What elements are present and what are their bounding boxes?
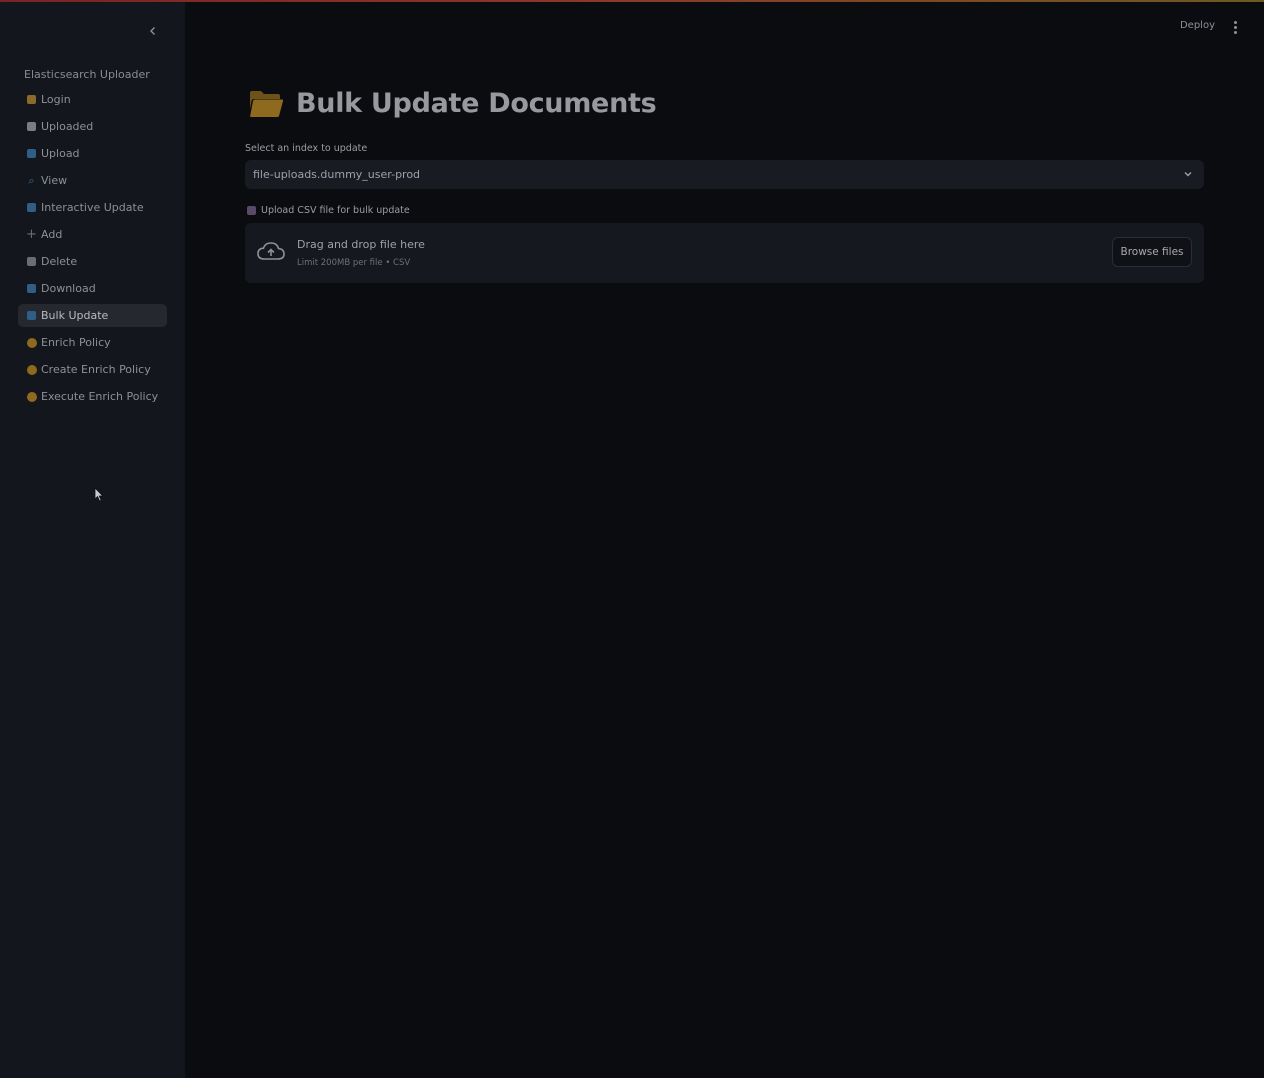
circle-icon-shape	[26, 391, 37, 402]
sidebar-item-upload[interactable]: Upload	[18, 142, 167, 165]
download-icon	[26, 283, 37, 294]
sidebar-item-add[interactable]: + Add	[18, 223, 167, 246]
index-select-value: file-uploads.dummy_user-prod	[253, 168, 421, 181]
folder-icon	[250, 90, 284, 117]
sidebar-nav: Login Uploaded Upload ⌕ View Interactive Upda…	[18, 88, 167, 412]
sidebar-title: Elasticsearch Uploader	[24, 68, 150, 81]
sidebar-item-label: Download	[41, 282, 96, 295]
upload-label: Upload CSV file for bulk update	[247, 205, 410, 216]
sidebar-item-execute-enrich-policy[interactable]: Execute Enrich Policy	[18, 385, 167, 408]
chevron-left-icon	[150, 27, 155, 35]
lock-icon-shape	[27, 95, 36, 104]
plus-icon: +	[26, 227, 37, 242]
kebab-dot	[1233, 20, 1237, 24]
sidebar-item-delete[interactable]: Delete	[18, 250, 167, 273]
file-dropzone[interactable]: Drag and drop file here Limit 200MB per …	[245, 223, 1204, 283]
upload-icon	[26, 148, 37, 159]
sidebar-item-create-enrich-policy[interactable]: Create Enrich Policy	[18, 358, 167, 381]
plus-icon-shape: +	[26, 227, 37, 242]
sidebar-item-label: Delete	[41, 255, 78, 268]
sidebar-item-label: Interactive Update	[41, 201, 144, 214]
sidebar-item-label: Add	[41, 228, 63, 241]
page-title: Bulk Update Documents	[248, 88, 657, 119]
kebab-dot	[1233, 30, 1237, 34]
sidebar-item-label: Bulk Update	[41, 309, 109, 322]
circle-icon	[26, 364, 37, 375]
trash-icon-shape	[27, 257, 36, 266]
sidebar-item-label: Upload	[41, 147, 80, 160]
magnifier-icon-shape: ⌕	[28, 174, 35, 187]
circle-icon-shape	[26, 337, 37, 348]
circle-icon-shape	[26, 364, 37, 375]
page-title-text: Bulk Update Documents	[296, 88, 657, 119]
main-content: Deploy Bulk Update Documents Select an i…	[185, 2, 1264, 1078]
sidebar-item-login[interactable]: Login	[18, 88, 167, 111]
circle-icon	[26, 337, 37, 348]
upload-icon-shape	[27, 149, 36, 158]
main-menu-button[interactable]	[1230, 19, 1240, 35]
trash-icon	[26, 256, 37, 267]
chevron-down-icon	[1184, 172, 1192, 177]
upload-label-text: Upload CSV file for bulk update	[261, 205, 410, 216]
lock-icon	[26, 94, 37, 105]
refresh-icon	[26, 202, 37, 213]
magnifier-icon: ⌕	[26, 175, 37, 186]
sidebar-item-label: Create Enrich Policy	[41, 363, 151, 376]
sidebar-item-label: Enrich Policy	[41, 336, 111, 349]
sidebar-item-label: Uploaded	[41, 120, 94, 133]
mouse-pointer-icon	[94, 487, 104, 502]
clipboard-icon	[247, 206, 256, 215]
sidebar-item-enrich-policy[interactable]: Enrich Policy	[18, 331, 167, 354]
refresh-icon-shape	[27, 203, 36, 212]
browse-files-button[interactable]: Browse files	[1112, 237, 1192, 267]
sidebar-item-label: Execute Enrich Policy	[41, 390, 159, 403]
document-icon	[26, 121, 37, 132]
refresh-icon	[26, 310, 37, 321]
kebab-dot	[1233, 25, 1237, 29]
sidebar: Elasticsearch Uploader Login Uploaded Uplo…	[0, 2, 185, 1078]
sidebar-item-label: View	[41, 174, 68, 187]
sidebar-item-interactive-update[interactable]: Interactive Update	[18, 196, 167, 219]
sidebar-item-uploaded[interactable]: Uploaded	[18, 115, 167, 138]
sidebar-item-download[interactable]: Download	[18, 277, 167, 300]
dropzone-title: Drag and drop file here	[297, 238, 425, 251]
download-icon-shape	[27, 284, 36, 293]
circle-icon	[26, 391, 37, 402]
refresh-icon-shape	[27, 311, 36, 320]
sidebar-item-bulk-update[interactable]: Bulk Update	[18, 304, 167, 327]
dropzone-limit: Limit 200MB per file • CSV	[297, 258, 411, 268]
deploy-button[interactable]: Deploy	[1180, 20, 1215, 31]
sidebar-item-label: Login	[41, 93, 71, 106]
index-select[interactable]: file-uploads.dummy_user-prod	[245, 160, 1204, 189]
collapse-sidebar-button[interactable]	[144, 22, 162, 40]
document-icon-shape	[27, 122, 36, 131]
index-select-label: Select an index to update	[245, 143, 368, 154]
sidebar-item-view[interactable]: ⌕ View	[18, 169, 167, 192]
cloud-upload-icon	[257, 242, 285, 260]
